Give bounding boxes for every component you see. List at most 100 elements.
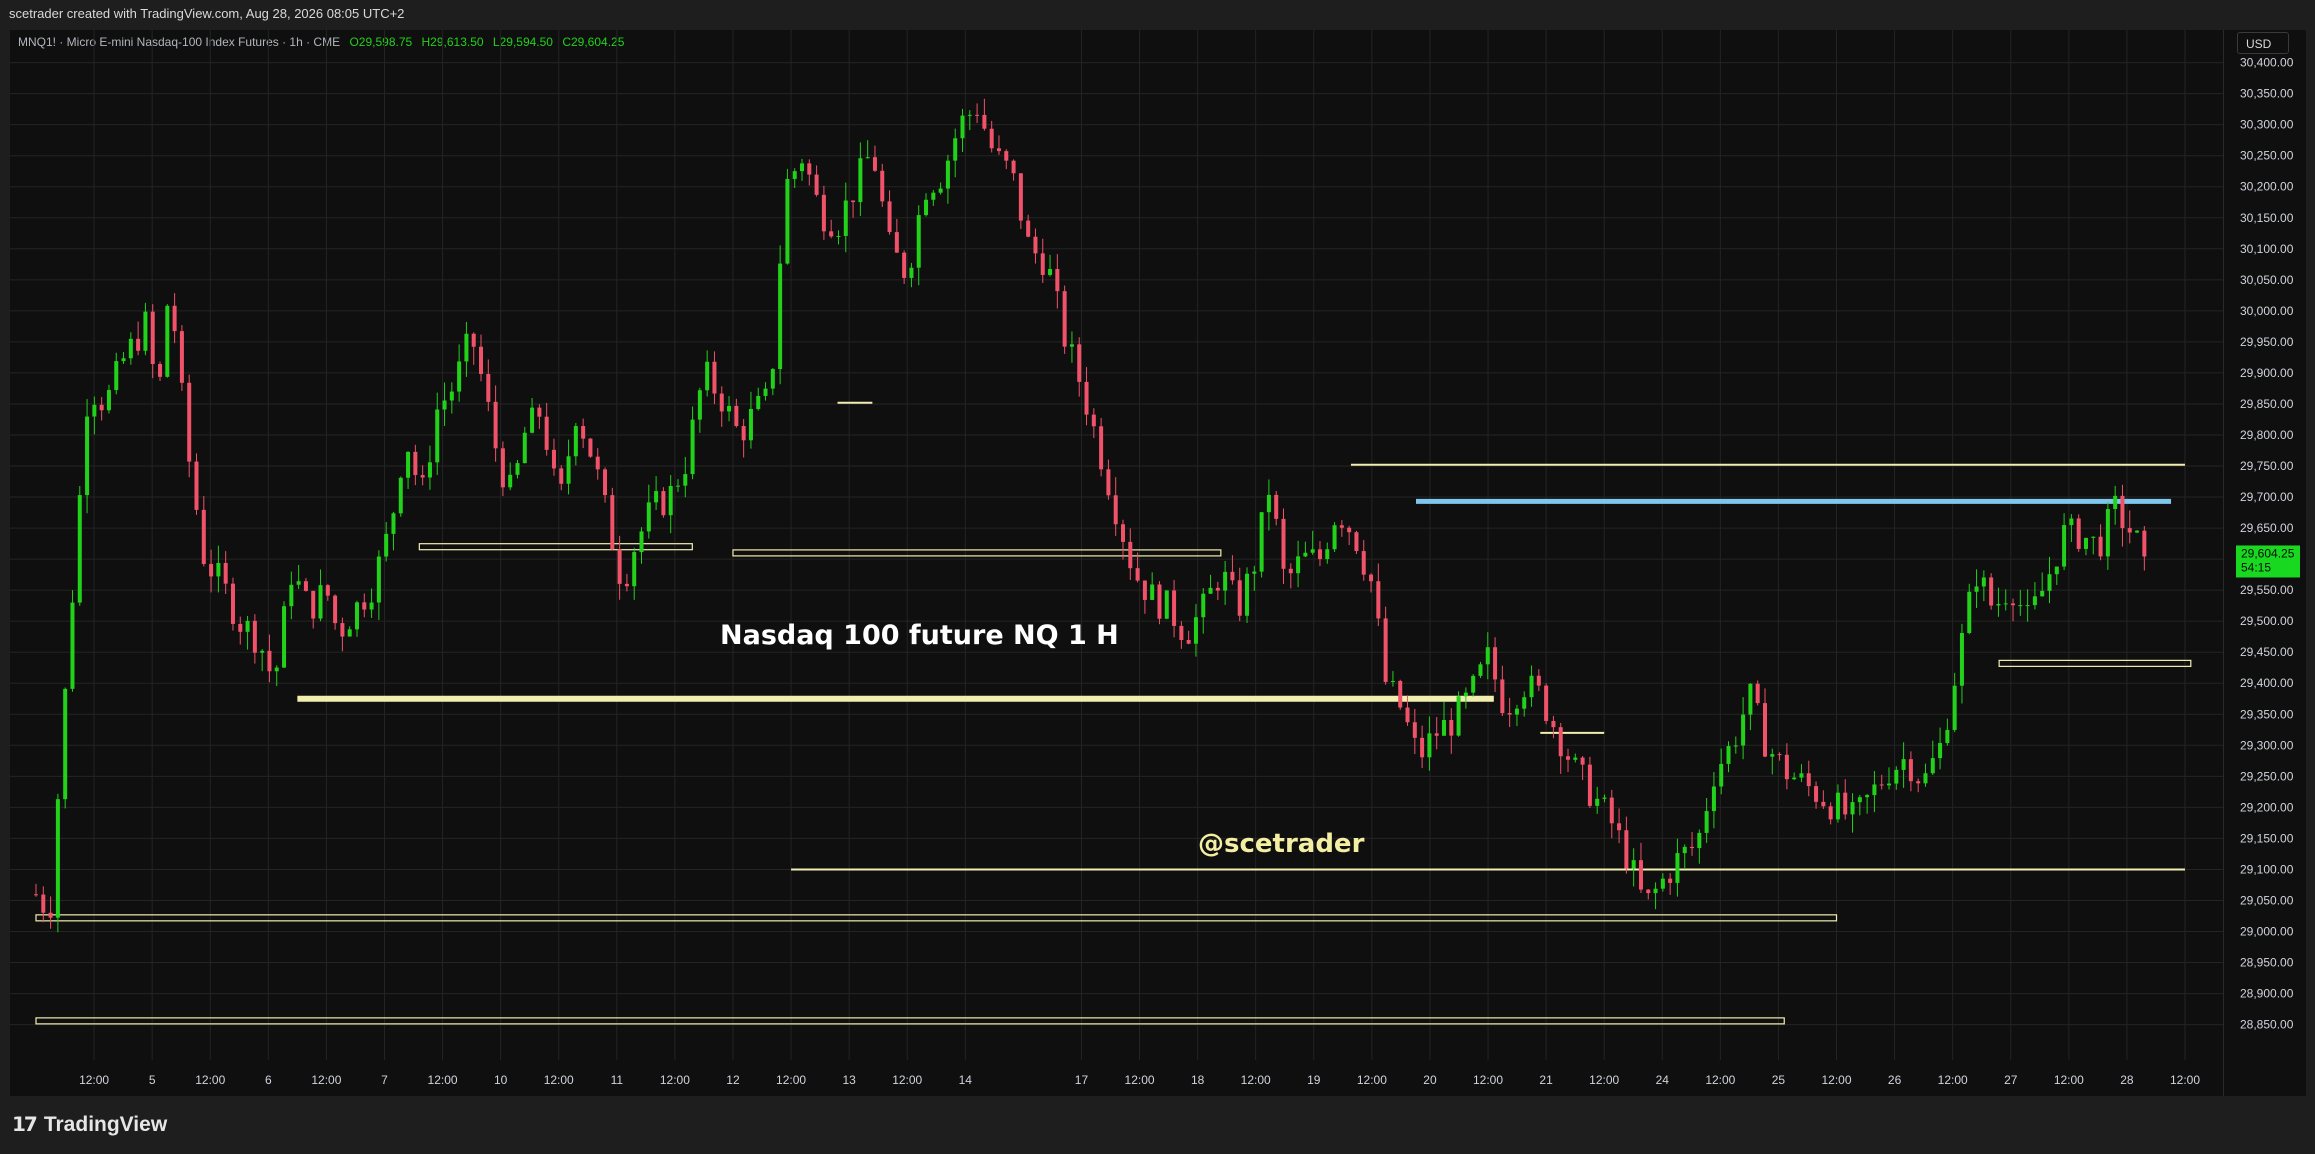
candle-body bbox=[70, 602, 75, 689]
candle-body bbox=[1004, 151, 1009, 161]
candle-body bbox=[1726, 746, 1731, 764]
candle-body bbox=[785, 178, 790, 264]
candle-body bbox=[1624, 830, 1629, 869]
candle-body bbox=[1959, 633, 1964, 686]
candle-body bbox=[2135, 530, 2140, 533]
candle-body bbox=[2062, 525, 2067, 567]
candle-body bbox=[2011, 603, 2016, 606]
candle-body bbox=[697, 390, 702, 420]
candle-body bbox=[2003, 603, 2008, 605]
candle-body bbox=[1164, 590, 1169, 619]
candle-body bbox=[420, 475, 425, 478]
candle-body bbox=[1376, 581, 1381, 619]
candle-body bbox=[1259, 512, 1264, 572]
candle-body bbox=[872, 157, 877, 171]
candle-body bbox=[1675, 853, 1680, 883]
candle-body bbox=[1434, 733, 1439, 736]
candle-body bbox=[165, 305, 170, 377]
candle-body bbox=[902, 252, 907, 278]
candle-body bbox=[1638, 860, 1643, 890]
candle-body bbox=[1369, 574, 1374, 582]
x-tick-label: 12:00 bbox=[1938, 1073, 1968, 1087]
candle-body bbox=[865, 157, 870, 159]
candle-body bbox=[1741, 714, 1746, 746]
candle-body bbox=[1879, 784, 1884, 786]
candle-body bbox=[1908, 759, 1913, 782]
candle-body bbox=[778, 263, 783, 370]
candle-body bbox=[427, 462, 432, 478]
candle-body bbox=[931, 192, 936, 200]
candle-body bbox=[551, 449, 556, 469]
candle-body bbox=[1792, 777, 1797, 780]
x-tick-label: 25 bbox=[1772, 1073, 1786, 1087]
candle-body bbox=[1901, 759, 1906, 770]
candle-body bbox=[763, 388, 768, 396]
candle-body bbox=[1544, 685, 1549, 721]
x-tick-label: 12:00 bbox=[776, 1073, 806, 1087]
candle-body bbox=[1835, 792, 1840, 820]
candle-body bbox=[1106, 469, 1111, 496]
candle-body bbox=[1894, 769, 1899, 784]
y-tick-label: 29,250.00 bbox=[2240, 769, 2294, 783]
candle-body bbox=[2018, 605, 2023, 607]
candle-body bbox=[1441, 720, 1447, 736]
candle-body bbox=[172, 305, 177, 332]
y-tick-label: 30,300.00 bbox=[2240, 118, 2294, 132]
candle-body bbox=[406, 451, 411, 478]
candle-body bbox=[1887, 783, 1892, 786]
candle-body bbox=[1587, 764, 1592, 806]
candle-body bbox=[1245, 573, 1250, 616]
candle-body bbox=[1420, 737, 1425, 758]
candle-body bbox=[1573, 757, 1578, 760]
x-tick-label: 18 bbox=[1191, 1073, 1205, 1087]
candle-body bbox=[194, 461, 199, 510]
candle-body bbox=[1405, 707, 1410, 723]
candle-body bbox=[1062, 291, 1067, 347]
price-chart[interactable]: 28,850.00 28,900.00 28,950.00 29,000.00 29,0… bbox=[0, 0, 2315, 1154]
candle-body bbox=[289, 584, 294, 607]
y-tick-label: 29,900.00 bbox=[2240, 366, 2294, 380]
candle-body bbox=[617, 549, 622, 584]
candle-body bbox=[48, 912, 53, 918]
candle-body bbox=[2083, 537, 2088, 549]
candle-body bbox=[654, 491, 659, 503]
candle-body bbox=[544, 416, 549, 450]
candle-body bbox=[1784, 754, 1789, 780]
y-axis-labels: 28,850.00 28,900.00 28,950.00 29,000.00 29,0… bbox=[2240, 56, 2294, 1032]
candle-body bbox=[1828, 806, 1833, 820]
candle-body bbox=[683, 474, 688, 486]
candle-body bbox=[595, 456, 600, 470]
candle-body bbox=[734, 405, 739, 427]
candle-body bbox=[479, 346, 484, 375]
x-tick-label: 24 bbox=[1656, 1073, 1670, 1087]
candle-body bbox=[2120, 495, 2125, 529]
candle-body bbox=[114, 361, 119, 390]
candle-body bbox=[1223, 571, 1228, 591]
candle-body bbox=[712, 361, 717, 394]
candle-body bbox=[245, 620, 250, 632]
y-tick-label: 29,200.00 bbox=[2240, 800, 2294, 814]
candle-body bbox=[800, 163, 805, 172]
y-tick-label: 29,400.00 bbox=[2240, 676, 2294, 690]
candle-body bbox=[230, 583, 235, 624]
candle-body bbox=[1449, 720, 1454, 736]
candle-body bbox=[2098, 536, 2103, 557]
y-tick-label: 30,050.00 bbox=[2240, 273, 2294, 287]
candle-body bbox=[1332, 525, 1337, 550]
candle-body bbox=[836, 235, 841, 237]
candle-body bbox=[1252, 571, 1257, 574]
x-tick-label: 19 bbox=[1307, 1073, 1321, 1087]
y-tick-label: 30,100.00 bbox=[2240, 242, 2294, 256]
x-tick-label: 6 bbox=[265, 1073, 272, 1087]
x-tick-label: 11 bbox=[611, 1073, 624, 1087]
candle-body bbox=[522, 432, 527, 464]
candle-body bbox=[1755, 683, 1760, 704]
candle-body bbox=[675, 485, 680, 487]
y-tick-label: 28,950.00 bbox=[2240, 956, 2294, 970]
x-tick-label: 12:00 bbox=[1241, 1073, 1271, 1087]
candle-body bbox=[179, 331, 184, 383]
candle-body bbox=[989, 128, 994, 149]
candle-body bbox=[2032, 596, 2037, 606]
candle-body bbox=[1091, 414, 1096, 427]
candle-body bbox=[1974, 586, 1979, 592]
